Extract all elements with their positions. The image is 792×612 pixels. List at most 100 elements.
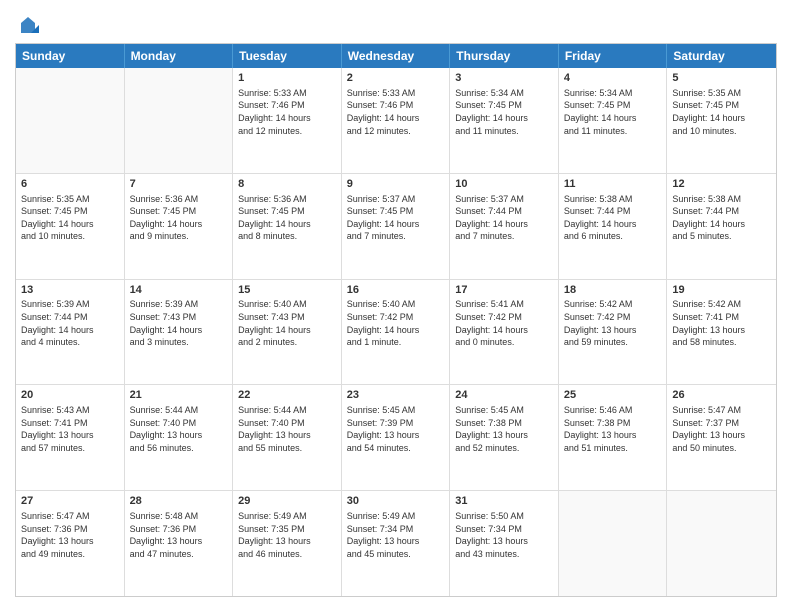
day-number: 9 (347, 177, 445, 192)
day-number: 2 (347, 71, 445, 86)
day-number: 29 (238, 494, 336, 509)
cell-info: Sunrise: 5:44 AM Sunset: 7:40 PM Dayligh… (238, 404, 336, 454)
header (15, 15, 777, 33)
day-number: 27 (21, 494, 119, 509)
calendar-cell: 25Sunrise: 5:46 AM Sunset: 7:38 PM Dayli… (559, 385, 668, 490)
cell-info: Sunrise: 5:39 AM Sunset: 7:43 PM Dayligh… (130, 298, 228, 348)
calendar-row-1: 1Sunrise: 5:33 AM Sunset: 7:46 PM Daylig… (16, 68, 776, 173)
calendar-cell: 6Sunrise: 5:35 AM Sunset: 7:45 PM Daylig… (16, 174, 125, 279)
day-number: 22 (238, 388, 336, 403)
weekday-header-sunday: Sunday (16, 44, 125, 68)
cell-info: Sunrise: 5:47 AM Sunset: 7:37 PM Dayligh… (672, 404, 771, 454)
day-number: 25 (564, 388, 662, 403)
cell-info: Sunrise: 5:45 AM Sunset: 7:39 PM Dayligh… (347, 404, 445, 454)
calendar-cell: 11Sunrise: 5:38 AM Sunset: 7:44 PM Dayli… (559, 174, 668, 279)
day-number: 1 (238, 71, 336, 86)
day-number: 8 (238, 177, 336, 192)
cell-info: Sunrise: 5:38 AM Sunset: 7:44 PM Dayligh… (564, 193, 662, 243)
day-number: 7 (130, 177, 228, 192)
calendar-cell (559, 491, 668, 596)
calendar-cell: 26Sunrise: 5:47 AM Sunset: 7:37 PM Dayli… (667, 385, 776, 490)
cell-info: Sunrise: 5:50 AM Sunset: 7:34 PM Dayligh… (455, 510, 553, 560)
cell-info: Sunrise: 5:33 AM Sunset: 7:46 PM Dayligh… (347, 87, 445, 137)
cell-info: Sunrise: 5:37 AM Sunset: 7:45 PM Dayligh… (347, 193, 445, 243)
cell-info: Sunrise: 5:38 AM Sunset: 7:44 PM Dayligh… (672, 193, 771, 243)
cell-info: Sunrise: 5:40 AM Sunset: 7:42 PM Dayligh… (347, 298, 445, 348)
weekday-header-friday: Friday (559, 44, 668, 68)
day-number: 24 (455, 388, 553, 403)
day-number: 31 (455, 494, 553, 509)
day-number: 18 (564, 283, 662, 298)
day-number: 15 (238, 283, 336, 298)
cell-info: Sunrise: 5:37 AM Sunset: 7:44 PM Dayligh… (455, 193, 553, 243)
calendar-cell: 30Sunrise: 5:49 AM Sunset: 7:34 PM Dayli… (342, 491, 451, 596)
cell-info: Sunrise: 5:40 AM Sunset: 7:43 PM Dayligh… (238, 298, 336, 348)
calendar-row-3: 13Sunrise: 5:39 AM Sunset: 7:44 PM Dayli… (16, 279, 776, 385)
calendar-cell: 10Sunrise: 5:37 AM Sunset: 7:44 PM Dayli… (450, 174, 559, 279)
cell-info: Sunrise: 5:46 AM Sunset: 7:38 PM Dayligh… (564, 404, 662, 454)
cell-info: Sunrise: 5:42 AM Sunset: 7:42 PM Dayligh… (564, 298, 662, 348)
calendar-cell: 14Sunrise: 5:39 AM Sunset: 7:43 PM Dayli… (125, 280, 234, 385)
calendar-header: SundayMondayTuesdayWednesdayThursdayFrid… (16, 44, 776, 68)
logo-icon (17, 15, 39, 37)
calendar-cell (125, 68, 234, 173)
day-number: 21 (130, 388, 228, 403)
cell-info: Sunrise: 5:43 AM Sunset: 7:41 PM Dayligh… (21, 404, 119, 454)
calendar-cell: 21Sunrise: 5:44 AM Sunset: 7:40 PM Dayli… (125, 385, 234, 490)
calendar-cell: 28Sunrise: 5:48 AM Sunset: 7:36 PM Dayli… (125, 491, 234, 596)
weekday-header-saturday: Saturday (667, 44, 776, 68)
calendar-body: 1Sunrise: 5:33 AM Sunset: 7:46 PM Daylig… (16, 68, 776, 596)
calendar-cell: 3Sunrise: 5:34 AM Sunset: 7:45 PM Daylig… (450, 68, 559, 173)
calendar-cell: 19Sunrise: 5:42 AM Sunset: 7:41 PM Dayli… (667, 280, 776, 385)
cell-info: Sunrise: 5:36 AM Sunset: 7:45 PM Dayligh… (238, 193, 336, 243)
calendar-cell: 31Sunrise: 5:50 AM Sunset: 7:34 PM Dayli… (450, 491, 559, 596)
cell-info: Sunrise: 5:33 AM Sunset: 7:46 PM Dayligh… (238, 87, 336, 137)
day-number: 14 (130, 283, 228, 298)
calendar-cell: 24Sunrise: 5:45 AM Sunset: 7:38 PM Dayli… (450, 385, 559, 490)
calendar-cell: 23Sunrise: 5:45 AM Sunset: 7:39 PM Dayli… (342, 385, 451, 490)
calendar-cell: 12Sunrise: 5:38 AM Sunset: 7:44 PM Dayli… (667, 174, 776, 279)
calendar-cell: 8Sunrise: 5:36 AM Sunset: 7:45 PM Daylig… (233, 174, 342, 279)
day-number: 3 (455, 71, 553, 86)
day-number: 10 (455, 177, 553, 192)
day-number: 5 (672, 71, 771, 86)
weekday-header-wednesday: Wednesday (342, 44, 451, 68)
page: SundayMondayTuesdayWednesdayThursdayFrid… (0, 0, 792, 612)
calendar-cell: 15Sunrise: 5:40 AM Sunset: 7:43 PM Dayli… (233, 280, 342, 385)
cell-info: Sunrise: 5:48 AM Sunset: 7:36 PM Dayligh… (130, 510, 228, 560)
calendar-cell (667, 491, 776, 596)
calendar-cell: 13Sunrise: 5:39 AM Sunset: 7:44 PM Dayli… (16, 280, 125, 385)
day-number: 30 (347, 494, 445, 509)
cell-info: Sunrise: 5:45 AM Sunset: 7:38 PM Dayligh… (455, 404, 553, 454)
calendar-cell: 5Sunrise: 5:35 AM Sunset: 7:45 PM Daylig… (667, 68, 776, 173)
calendar-cell: 20Sunrise: 5:43 AM Sunset: 7:41 PM Dayli… (16, 385, 125, 490)
calendar-cell: 1Sunrise: 5:33 AM Sunset: 7:46 PM Daylig… (233, 68, 342, 173)
calendar-row-4: 20Sunrise: 5:43 AM Sunset: 7:41 PM Dayli… (16, 384, 776, 490)
weekday-header-monday: Monday (125, 44, 234, 68)
calendar-cell: 7Sunrise: 5:36 AM Sunset: 7:45 PM Daylig… (125, 174, 234, 279)
day-number: 11 (564, 177, 662, 192)
calendar-cell: 27Sunrise: 5:47 AM Sunset: 7:36 PM Dayli… (16, 491, 125, 596)
day-number: 4 (564, 71, 662, 86)
day-number: 6 (21, 177, 119, 192)
calendar-cell: 16Sunrise: 5:40 AM Sunset: 7:42 PM Dayli… (342, 280, 451, 385)
calendar-cell: 18Sunrise: 5:42 AM Sunset: 7:42 PM Dayli… (559, 280, 668, 385)
day-number: 13 (21, 283, 119, 298)
day-number: 19 (672, 283, 771, 298)
logo (15, 15, 39, 33)
calendar-row-5: 27Sunrise: 5:47 AM Sunset: 7:36 PM Dayli… (16, 490, 776, 596)
cell-info: Sunrise: 5:35 AM Sunset: 7:45 PM Dayligh… (672, 87, 771, 137)
cell-info: Sunrise: 5:44 AM Sunset: 7:40 PM Dayligh… (130, 404, 228, 454)
day-number: 26 (672, 388, 771, 403)
cell-info: Sunrise: 5:36 AM Sunset: 7:45 PM Dayligh… (130, 193, 228, 243)
cell-info: Sunrise: 5:49 AM Sunset: 7:34 PM Dayligh… (347, 510, 445, 560)
cell-info: Sunrise: 5:42 AM Sunset: 7:41 PM Dayligh… (672, 298, 771, 348)
cell-info: Sunrise: 5:35 AM Sunset: 7:45 PM Dayligh… (21, 193, 119, 243)
day-number: 12 (672, 177, 771, 192)
calendar-cell: 17Sunrise: 5:41 AM Sunset: 7:42 PM Dayli… (450, 280, 559, 385)
calendar-cell: 9Sunrise: 5:37 AM Sunset: 7:45 PM Daylig… (342, 174, 451, 279)
cell-info: Sunrise: 5:39 AM Sunset: 7:44 PM Dayligh… (21, 298, 119, 348)
calendar-cell: 4Sunrise: 5:34 AM Sunset: 7:45 PM Daylig… (559, 68, 668, 173)
day-number: 20 (21, 388, 119, 403)
calendar-cell: 2Sunrise: 5:33 AM Sunset: 7:46 PM Daylig… (342, 68, 451, 173)
